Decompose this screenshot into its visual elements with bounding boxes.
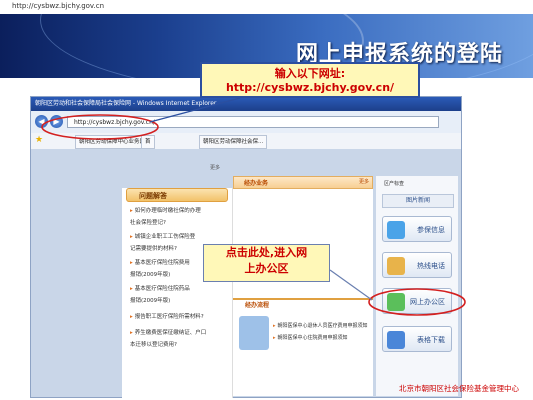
callout-pointer (149, 97, 241, 123)
button-highlight-ellipse (368, 288, 466, 316)
address-highlight-ellipse (41, 114, 159, 140)
footer-org: 北京市朝阳区社会保险基金管理中心 (399, 384, 519, 393)
annotation-overlay (41, 97, 466, 316)
callout-pointer (329, 269, 373, 301)
